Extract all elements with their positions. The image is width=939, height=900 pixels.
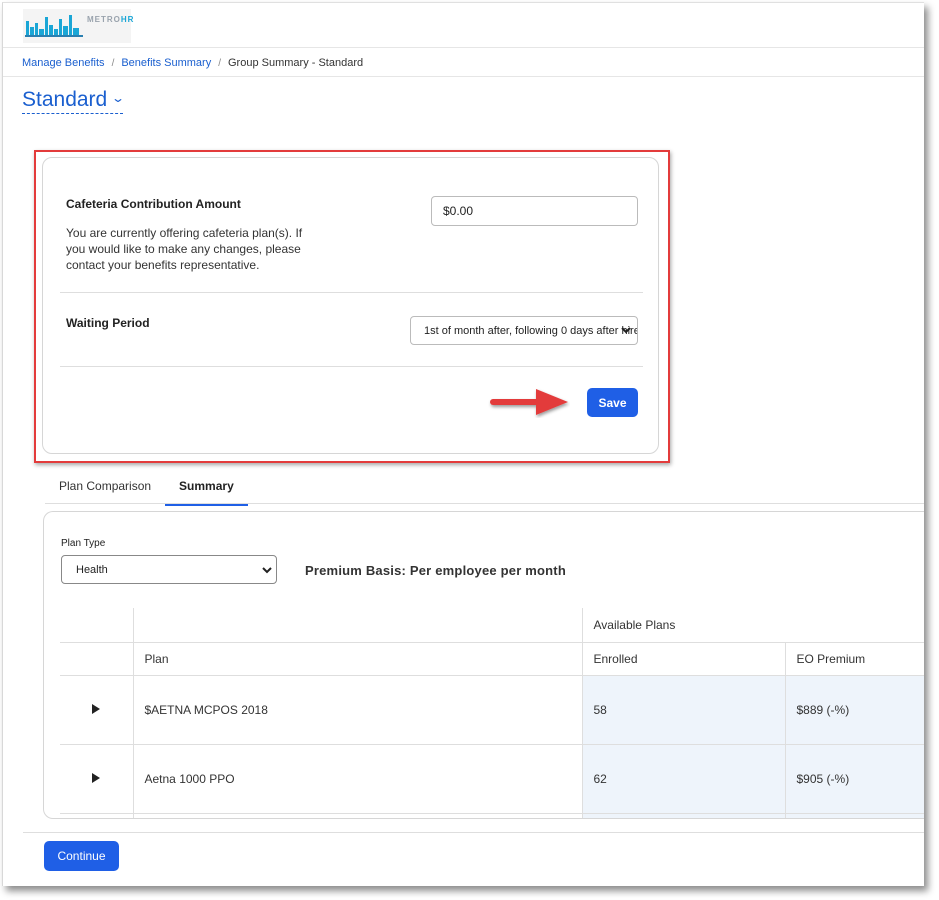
breadcrumb-manage-benefits[interactable]: Manage Benefits — [22, 57, 105, 69]
eo-premium-value: $889 (-%) — [785, 675, 924, 745]
expand-column-header — [60, 608, 134, 643]
chevron-down-icon — [621, 327, 631, 334]
section-divider — [60, 366, 643, 367]
plan-type-value: Health — [76, 563, 108, 576]
save-button[interactable]: Save — [587, 388, 638, 417]
breadcrumb: Manage Benefits / Benefits Summary / Gro… — [22, 57, 363, 69]
table-row — [60, 813, 924, 818]
column-header-enrolled: Enrolled — [582, 642, 786, 676]
red-arrow-icon — [490, 389, 568, 415]
plan-type-label: Plan Type — [61, 538, 106, 549]
table-header-row: Plan Enrolled EO Premium — [60, 642, 924, 676]
plan-column-group — [133, 608, 583, 643]
group-selector[interactable]: Standard ⌄ — [22, 88, 126, 114]
continue-button[interactable]: Continue — [44, 841, 119, 871]
plan-type-select[interactable]: Health — [61, 555, 277, 584]
cafeteria-amount-input[interactable] — [431, 196, 638, 226]
enrolled-count: 62 — [582, 744, 786, 814]
cafeteria-contribution-label: Cafeteria Contribution Amount — [66, 197, 241, 211]
table-group-header-row: Available Plans — [60, 608, 924, 643]
available-plans-header: Available Plans — [582, 608, 924, 643]
plans-table: Available Plans Plan Enrolled EO Premium… — [60, 608, 924, 818]
plan-name: Aetna 1000 PPO — [133, 744, 583, 814]
expand-row-button[interactable] — [60, 675, 134, 745]
breadcrumb-benefits-summary[interactable]: Benefits Summary — [121, 57, 211, 69]
eo-premium-cell — [785, 813, 924, 818]
plan-name-cell — [133, 813, 583, 818]
column-header-plan: Plan — [133, 642, 583, 676]
breadcrumb-divider — [3, 76, 924, 77]
header-divider — [3, 47, 924, 48]
eo-premium-value: $905 (-%) — [785, 744, 924, 814]
tab-summary[interactable]: Summary — [165, 471, 248, 506]
cafeteria-description: You are currently offering cafeteria pla… — [66, 226, 303, 272]
section-divider — [60, 292, 643, 293]
breadcrumb-current: Group Summary - Standard — [228, 57, 364, 69]
expand-triangle-icon — [92, 772, 101, 783]
expand-row-button[interactable] — [60, 744, 134, 814]
enrolled-count: 58 — [582, 675, 786, 745]
company-logo[interactable]: METROHR — [23, 9, 135, 43]
breadcrumb-separator: / — [111, 57, 115, 69]
app-window: METROHR Manage Benefits / Benefits Summa… — [2, 2, 924, 886]
breadcrumb-separator: / — [218, 57, 221, 69]
column-header-eo-premium: EO Premium — [785, 642, 924, 676]
logo-wordmark: METROHR — [87, 15, 135, 24]
city-skyline-logo-icon — [25, 15, 83, 37]
expand-column-header — [60, 642, 134, 676]
footer-divider — [23, 832, 924, 833]
expand-cell — [60, 813, 134, 818]
plan-name: $AETNA MCPOS 2018 — [133, 675, 583, 745]
table-row: Aetna 1000 PPO 62 $905 (-%) — [60, 744, 924, 814]
chevron-down-icon — [262, 567, 272, 574]
enrolled-cell — [582, 813, 786, 818]
premium-basis-text: Premium Basis: Per employee per month — [305, 563, 566, 578]
chevron-down-icon: ⌄ — [111, 91, 126, 105]
tabs-divider — [45, 503, 924, 504]
group-settings-card: Cafeteria Contribution Amount You are cu… — [42, 157, 659, 454]
expand-triangle-icon — [92, 703, 101, 714]
summary-panel: Plan Type Health Premium Basis: Per empl… — [43, 511, 924, 819]
waiting-period-select[interactable]: 1st of month after, following 0 days aft… — [410, 316, 638, 345]
summary-tabs: Plan Comparison Summary — [45, 471, 248, 506]
tab-plan-comparison[interactable]: Plan Comparison — [45, 471, 165, 506]
page-title: Standard — [22, 88, 108, 111]
waiting-period-value: 1st of month after, following 0 days aft… — [424, 324, 638, 337]
table-row: $AETNA MCPOS 2018 58 $889 (-%) — [60, 675, 924, 745]
waiting-period-label: Waiting Period — [66, 316, 150, 330]
